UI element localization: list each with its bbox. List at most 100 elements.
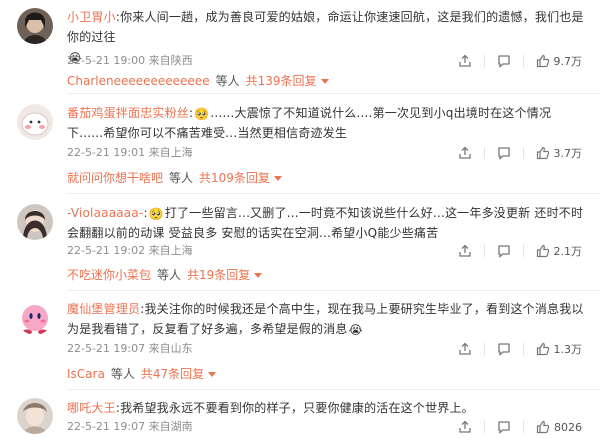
reply-summary[interactable]: 就问问你想干啥吧 等人 共109条回复	[67, 170, 282, 186]
action-divider	[522, 147, 524, 159]
reply-summary[interactable]: 不吃迷你小菜包 等人 共19条回复	[67, 267, 263, 283]
like-count: 1.3万	[553, 343, 583, 356]
like-count: 2.1万	[553, 245, 583, 258]
reply-count-link[interactable]: 共47条回复	[141, 366, 204, 382]
reply-and-others: 等人	[157, 268, 182, 282]
comment-username[interactable]: 哪吒大王	[67, 401, 116, 415]
like-button[interactable]: 2.1万	[536, 243, 583, 259]
comment-separator: :	[143, 206, 148, 220]
comment-bubble-icon	[497, 55, 510, 68]
avatar[interactable]	[17, 204, 53, 240]
share-button[interactable]	[458, 145, 472, 161]
reply-and-others: 等人	[110, 367, 135, 381]
comment-bubble-icon	[497, 343, 510, 356]
reply-username[interactable]: Charleneeeeeeeeeeeee	[67, 73, 210, 89]
thumbs-up-icon	[536, 146, 549, 160]
reply-username[interactable]: IsCara	[67, 366, 105, 382]
like-button[interactable]: 1.3万	[536, 341, 583, 357]
comment-date: 22-5-21 19:07	[67, 342, 146, 355]
comment-username[interactable]: 番茄鸡蛋拌面忠实粉丝	[67, 106, 189, 120]
thumbs-up-icon	[536, 420, 550, 434]
avatar[interactable]	[17, 398, 53, 434]
pleading-emoji-icon: 🥺	[194, 107, 210, 121]
comment-button[interactable]	[497, 341, 511, 357]
thumbs-up-icon	[536, 54, 549, 68]
share-icon	[458, 342, 471, 355]
comment-text-block: 魔仙堡管理员:我关注你的时候我还是个高中生，现在我马上要研究生毕业了，看到这个消…	[67, 299, 587, 339]
chevron-down-icon[interactable]	[254, 272, 263, 278]
comment-source: 来自湖南	[148, 420, 193, 433]
comment-actions: 8026	[458, 419, 582, 435]
action-divider	[523, 421, 524, 433]
like-count: 9.7万	[553, 55, 583, 68]
comment-text-block: 番茄鸡蛋拌面忠实粉丝:🥺......大震惊了不知道说什么....第一次见到小q出…	[67, 103, 587, 143]
reply-summary[interactable]: IsCara 等人 共47条回复	[67, 366, 217, 382]
thumbs-up-icon	[536, 342, 549, 356]
like-button[interactable]: 8026	[536, 419, 582, 435]
share-button[interactable]	[458, 419, 472, 435]
comment-actions: 2.1万	[458, 243, 583, 259]
comment-actions: 9.7万	[458, 53, 583, 69]
reply-username[interactable]: 就问问你想干啥吧	[67, 170, 163, 186]
pleading-emoji-icon: 🥺	[148, 207, 164, 221]
comment-meta: 22-5-21 19:07 来自湖南	[67, 419, 193, 435]
divider	[67, 290, 600, 291]
avatar[interactable]	[17, 104, 53, 140]
reply-username[interactable]: 不吃迷你小菜包	[67, 267, 151, 283]
comment-button[interactable]	[497, 243, 511, 259]
action-divider	[522, 245, 524, 257]
action-divider	[483, 245, 485, 257]
divider	[67, 193, 600, 194]
reply-summary[interactable]: Charleneeeeeeeeeeeee 等人 共139条回复	[67, 73, 329, 89]
comment-text-block: 哪吒大王:我希望我永远不要看到你的样子，只要你健康的活在这个世界上。	[67, 398, 587, 418]
action-divider	[522, 55, 524, 67]
like-button[interactable]: 9.7万	[536, 53, 583, 69]
comment-bubble-icon	[497, 147, 510, 160]
like-count: 3.7万	[553, 147, 583, 160]
share-icon	[458, 146, 471, 159]
comment-text: 你来人间一趟，成为善良可爱的姑娘，命运让你速速回航，这是我们的遗憾，我们也是你的…	[67, 10, 584, 44]
comment-bubble-icon	[498, 421, 510, 434]
chevron-down-icon[interactable]	[273, 175, 282, 181]
comment-actions: 1.3万	[458, 341, 583, 357]
like-count: 8026	[554, 420, 582, 434]
action-divider	[484, 421, 485, 433]
comment-meta: 22-5-21 19:02 来自上海	[67, 243, 193, 259]
comment-date: 22-5-21 19:01	[67, 146, 146, 159]
action-divider	[522, 343, 524, 355]
reply-count-link[interactable]: 共109条回复	[199, 170, 270, 186]
comment-source: 来自上海	[148, 244, 193, 257]
comment-button[interactable]	[497, 53, 511, 69]
comment-source: 来自山东	[148, 342, 193, 355]
comment-text-block: -Violaaaaaa-:🥺打了一些留言...又删了...一时竟不知该说些什么好…	[67, 203, 587, 243]
reply-count-link[interactable]: 共139条回复	[246, 73, 317, 89]
comment-username[interactable]: 小卫胃小	[67, 10, 116, 24]
comment-separator: :	[189, 106, 194, 120]
share-button[interactable]	[458, 341, 472, 357]
comment-button[interactable]	[497, 145, 511, 161]
share-button[interactable]	[458, 53, 472, 69]
comment-meta: 22-5-21 19:07 来自山东	[67, 341, 193, 357]
comment-date: 22-5-21 19:00	[67, 54, 146, 67]
like-button[interactable]: 3.7万	[536, 145, 583, 161]
chevron-down-icon[interactable]	[208, 371, 217, 377]
comment-bubble-icon	[497, 245, 510, 258]
comment-source: 来自陕西	[148, 54, 193, 67]
avatar[interactable]	[17, 299, 53, 335]
reply-and-others: 等人	[169, 171, 194, 185]
comment-button[interactable]	[497, 419, 511, 435]
comment-date: 22-5-21 19:02	[67, 244, 146, 257]
comment-username[interactable]: 魔仙堡管理员	[67, 302, 140, 316]
share-button[interactable]	[458, 243, 472, 259]
share-icon	[459, 420, 471, 433]
share-icon	[458, 54, 471, 67]
avatar[interactable]	[17, 8, 53, 44]
comment-text: 我希望我永远不要看到你的样子，只要你健康的活在这个世界上。	[120, 401, 474, 415]
action-divider	[483, 147, 485, 159]
chevron-down-icon[interactable]	[320, 78, 329, 84]
reply-and-others: 等人	[215, 74, 240, 88]
reply-count-link[interactable]: 共19条回复	[187, 267, 250, 283]
comment-actions: 3.7万	[458, 145, 583, 161]
comment-username[interactable]: -Violaaaaaa-	[67, 206, 143, 220]
comment-source: 来自上海	[148, 146, 193, 159]
